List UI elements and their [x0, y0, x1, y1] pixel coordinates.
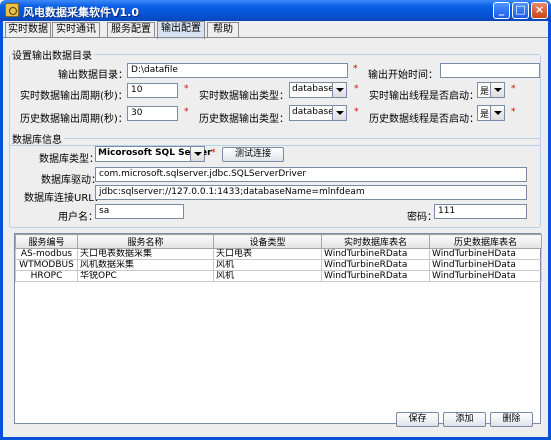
password-input[interactable]: 111 [434, 204, 527, 219]
db-driver-label: 数据库驱动： [41, 175, 101, 186]
db-url-input[interactable]: jdbc:sqlserver://127.0.0.1:1433;database… [95, 185, 527, 200]
required-mark: * [511, 84, 516, 94]
add-button[interactable]: 添加 [443, 412, 486, 427]
password-label: 密码： [407, 212, 437, 223]
table-cell: WindTurbineRData [321, 248, 430, 260]
start-time-input[interactable] [440, 63, 540, 78]
table-cell: HROPC [15, 270, 78, 282]
username-label: 用户名： [58, 212, 98, 223]
output-dir-input[interactable]: D:\datafile [127, 63, 348, 78]
app-window: 风电数据采集软件V1.0 _ □ × 实时数据 实时通讯 服务配置 输出配置 帮… [0, 0, 551, 440]
col-header-hist-table[interactable]: 历史数据库表名 [429, 234, 542, 249]
table-cell: AS-modbus [15, 248, 78, 260]
required-mark: * [184, 84, 189, 94]
table-cell: WindTurbineHData [429, 259, 542, 271]
hist-type-label: 历史数据输出类型： [199, 114, 289, 125]
table-cell: WTMODBUS [15, 259, 78, 271]
table-cell: 华锐OPC [77, 270, 214, 282]
db-type-select[interactable]: Micorosoft SQL Server [95, 146, 212, 162]
hist-period-label: 历史数据输出周期(秒)： [20, 114, 128, 125]
rt-period-label: 实时数据输出周期(秒)： [20, 91, 128, 102]
db-info-legend: 数据库信息 [12, 135, 62, 146]
required-mark: * [511, 107, 516, 117]
username-input[interactable]: sa [95, 204, 184, 219]
table-row[interactable]: WTMODBUS 风机数据采集 风机 WindTurbineRData Wind… [15, 259, 542, 271]
save-button[interactable]: 保存 [396, 412, 439, 427]
table-cell: 风机 [213, 259, 322, 271]
hist-thread-label: 历史数据线程是否启动： [369, 114, 479, 125]
table-row[interactable]: AS-modbus 天口电表数据采集 天口电表 WindTurbineRData… [15, 248, 542, 260]
col-header-service-name[interactable]: 服务名称 [77, 234, 214, 249]
table-row[interactable]: HROPC 华锐OPC 风机 WindTurbineRData WindTurb… [15, 270, 542, 282]
col-header-service-id[interactable]: 服务编号 [15, 234, 78, 249]
table-cell: 风机 [213, 270, 322, 282]
required-mark: * [184, 107, 189, 117]
rt-thread-select[interactable]: 是 [477, 82, 505, 98]
table-cell: WindTurbineRData [321, 270, 430, 282]
rt-type-label: 实时数据输出类型： [199, 91, 289, 102]
db-type-label: 数据库类型： [39, 154, 99, 165]
hist-type-select[interactable]: database [289, 105, 347, 121]
tab-divider [3, 37, 548, 38]
chevron-down-icon[interactable] [190, 147, 204, 161]
required-mark: * [353, 64, 358, 74]
rt-type-select[interactable]: database [289, 82, 347, 98]
table-cell: 天口电表 [213, 248, 322, 260]
required-mark: * [354, 107, 359, 117]
test-connection-button[interactable]: 测试连接 [222, 147, 284, 162]
client-area: 实时数据 实时通讯 服务配置 输出配置 帮助 设置输出数据目录 输出数据目录： … [3, 21, 548, 437]
output-dir-label: 输出数据目录： [58, 70, 128, 81]
table-cell: WindTurbineHData [429, 248, 542, 260]
table-header-row: 服务编号 服务名称 设备类型 实时数据库表名 历史数据库表名 [15, 234, 542, 249]
col-header-device-type[interactable]: 设备类型 [213, 234, 322, 249]
hist-type-value: database [292, 107, 334, 117]
tab-service-config[interactable]: 服务配置 [107, 22, 155, 38]
chevron-down-icon[interactable] [490, 83, 504, 97]
title-bar[interactable]: 风电数据采集软件V1.0 _ □ × [0, 0, 551, 21]
table-cell: WindTurbineHData [429, 270, 542, 282]
delete-button[interactable]: 删除 [490, 412, 533, 427]
hist-thread-value: 是 [480, 110, 490, 120]
tab-help[interactable]: 帮助 [207, 22, 239, 38]
rt-thread-label: 实时输出线程是否启动： [369, 91, 479, 102]
db-url-label: 数据库连接URL： [24, 193, 104, 204]
window-title: 风电数据采集软件V1.0 [23, 6, 139, 19]
col-header-rt-table[interactable]: 实时数据库表名 [321, 234, 430, 249]
hist-thread-select[interactable]: 是 [477, 105, 505, 121]
maximize-button[interactable]: □ [512, 2, 529, 19]
tab-realtime-comm[interactable]: 实时通讯 [52, 22, 100, 38]
table-cell: 天口电表数据采集 [77, 248, 214, 260]
minimize-button[interactable]: _ [493, 2, 510, 19]
table-cell: WindTurbineRData [321, 259, 430, 271]
required-mark: * [211, 148, 216, 158]
chevron-down-icon[interactable] [490, 106, 504, 120]
output-settings-legend: 设置输出数据目录 [12, 51, 92, 62]
rt-type-value: database [292, 84, 334, 94]
rt-period-input[interactable]: 10 [127, 83, 178, 98]
hist-period-input[interactable]: 30 [127, 106, 178, 121]
chevron-down-icon[interactable] [332, 106, 346, 120]
chevron-down-icon[interactable] [332, 83, 346, 97]
required-mark: * [354, 84, 359, 94]
table-cell: 风机数据采集 [77, 259, 214, 271]
service-table[interactable]: 服务编号 服务名称 设备类型 实时数据库表名 历史数据库表名 AS-modbus… [14, 233, 542, 424]
rt-thread-value: 是 [480, 87, 490, 97]
start-time-label: 输出开始时间： [368, 70, 438, 81]
db-driver-input[interactable]: com.microsoft.sqlserver.jdbc.SQLServerDr… [95, 167, 527, 182]
close-button[interactable]: × [531, 2, 548, 19]
app-icon [5, 3, 19, 17]
tab-realtime-data[interactable]: 实时数据 [5, 22, 51, 38]
